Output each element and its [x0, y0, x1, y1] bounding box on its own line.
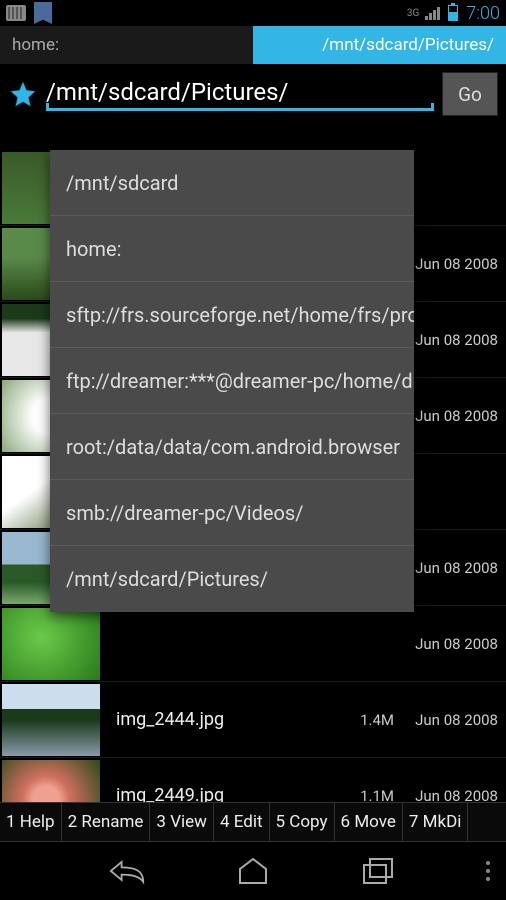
dropdown-item[interactable]: home:: [50, 216, 414, 282]
path-input[interactable]: [46, 78, 434, 106]
toolbar-button[interactable]: 4 Edit: [214, 803, 270, 841]
keyboard-icon: [6, 5, 26, 21]
toolbar-button[interactable]: 3 View: [150, 803, 214, 841]
toolbar: 1 Help2 Rename3 View4 Edit5 Copy6 Move7 …: [0, 802, 506, 842]
network-label: 3G: [407, 8, 419, 19]
dropdown-item[interactable]: sftp://frs.sourceforge.net/home/frs/pro: [50, 282, 414, 348]
toolbar-button[interactable]: 7 MkDi: [403, 803, 469, 841]
file-row[interactable]: Jun 08 2008: [0, 606, 506, 682]
bookmark-icon: [34, 2, 52, 24]
back-icon[interactable]: [109, 853, 145, 889]
toolbar-button[interactable]: 5 Copy: [270, 803, 335, 841]
nav-bar: [0, 842, 506, 900]
thumbnail: [2, 684, 100, 756]
dropdown-item[interactable]: /mnt/sdcard: [50, 150, 414, 216]
file-row[interactable]: img_2444.jpg1.4MJun 08 2008: [0, 682, 506, 758]
dropdown-item[interactable]: root:/data/data/com.android.browser: [50, 414, 414, 480]
file-size: 1.4M: [338, 711, 394, 729]
status-bar: 3G 7:00: [0, 0, 506, 26]
clock: 7:00: [466, 3, 500, 24]
dropdown-item[interactable]: smb://dreamer-pc/Videos/: [50, 480, 414, 546]
star-icon[interactable]: [8, 79, 38, 109]
toolbar-button[interactable]: 6 Move: [335, 803, 403, 841]
toolbar-button[interactable]: 2 Rename: [62, 803, 151, 841]
file-name: img_2444.jpg: [116, 709, 338, 730]
tab-home[interactable]: home:: [0, 26, 253, 64]
recent-icon[interactable]: [361, 853, 397, 889]
menu-icon[interactable]: [486, 861, 490, 881]
file-date: Jun 08 2008: [398, 711, 498, 729]
tab-pictures[interactable]: /mnt/sdcard/Pictures/: [253, 26, 506, 64]
path-dropdown: /mnt/sdcardhome:sftp://frs.sourceforge.n…: [50, 150, 414, 612]
battery-icon: [448, 5, 458, 21]
dropdown-item[interactable]: /mnt/sdcard/Pictures/: [50, 546, 414, 612]
toolbar-button[interactable]: 1 Help: [0, 803, 62, 841]
go-button[interactable]: Go: [442, 72, 498, 116]
file-date: Jun 08 2008: [398, 635, 498, 653]
thumbnail: [2, 608, 100, 680]
dropdown-item[interactable]: ftp://dreamer:***@dreamer-pc/home/d: [50, 348, 414, 414]
home-icon[interactable]: [235, 853, 271, 889]
path-input-wrap: [46, 78, 434, 111]
tab-bar: home: /mnt/sdcard/Pictures/: [0, 26, 506, 64]
signal-icon: [425, 7, 440, 20]
path-bar: Go: [0, 64, 506, 124]
